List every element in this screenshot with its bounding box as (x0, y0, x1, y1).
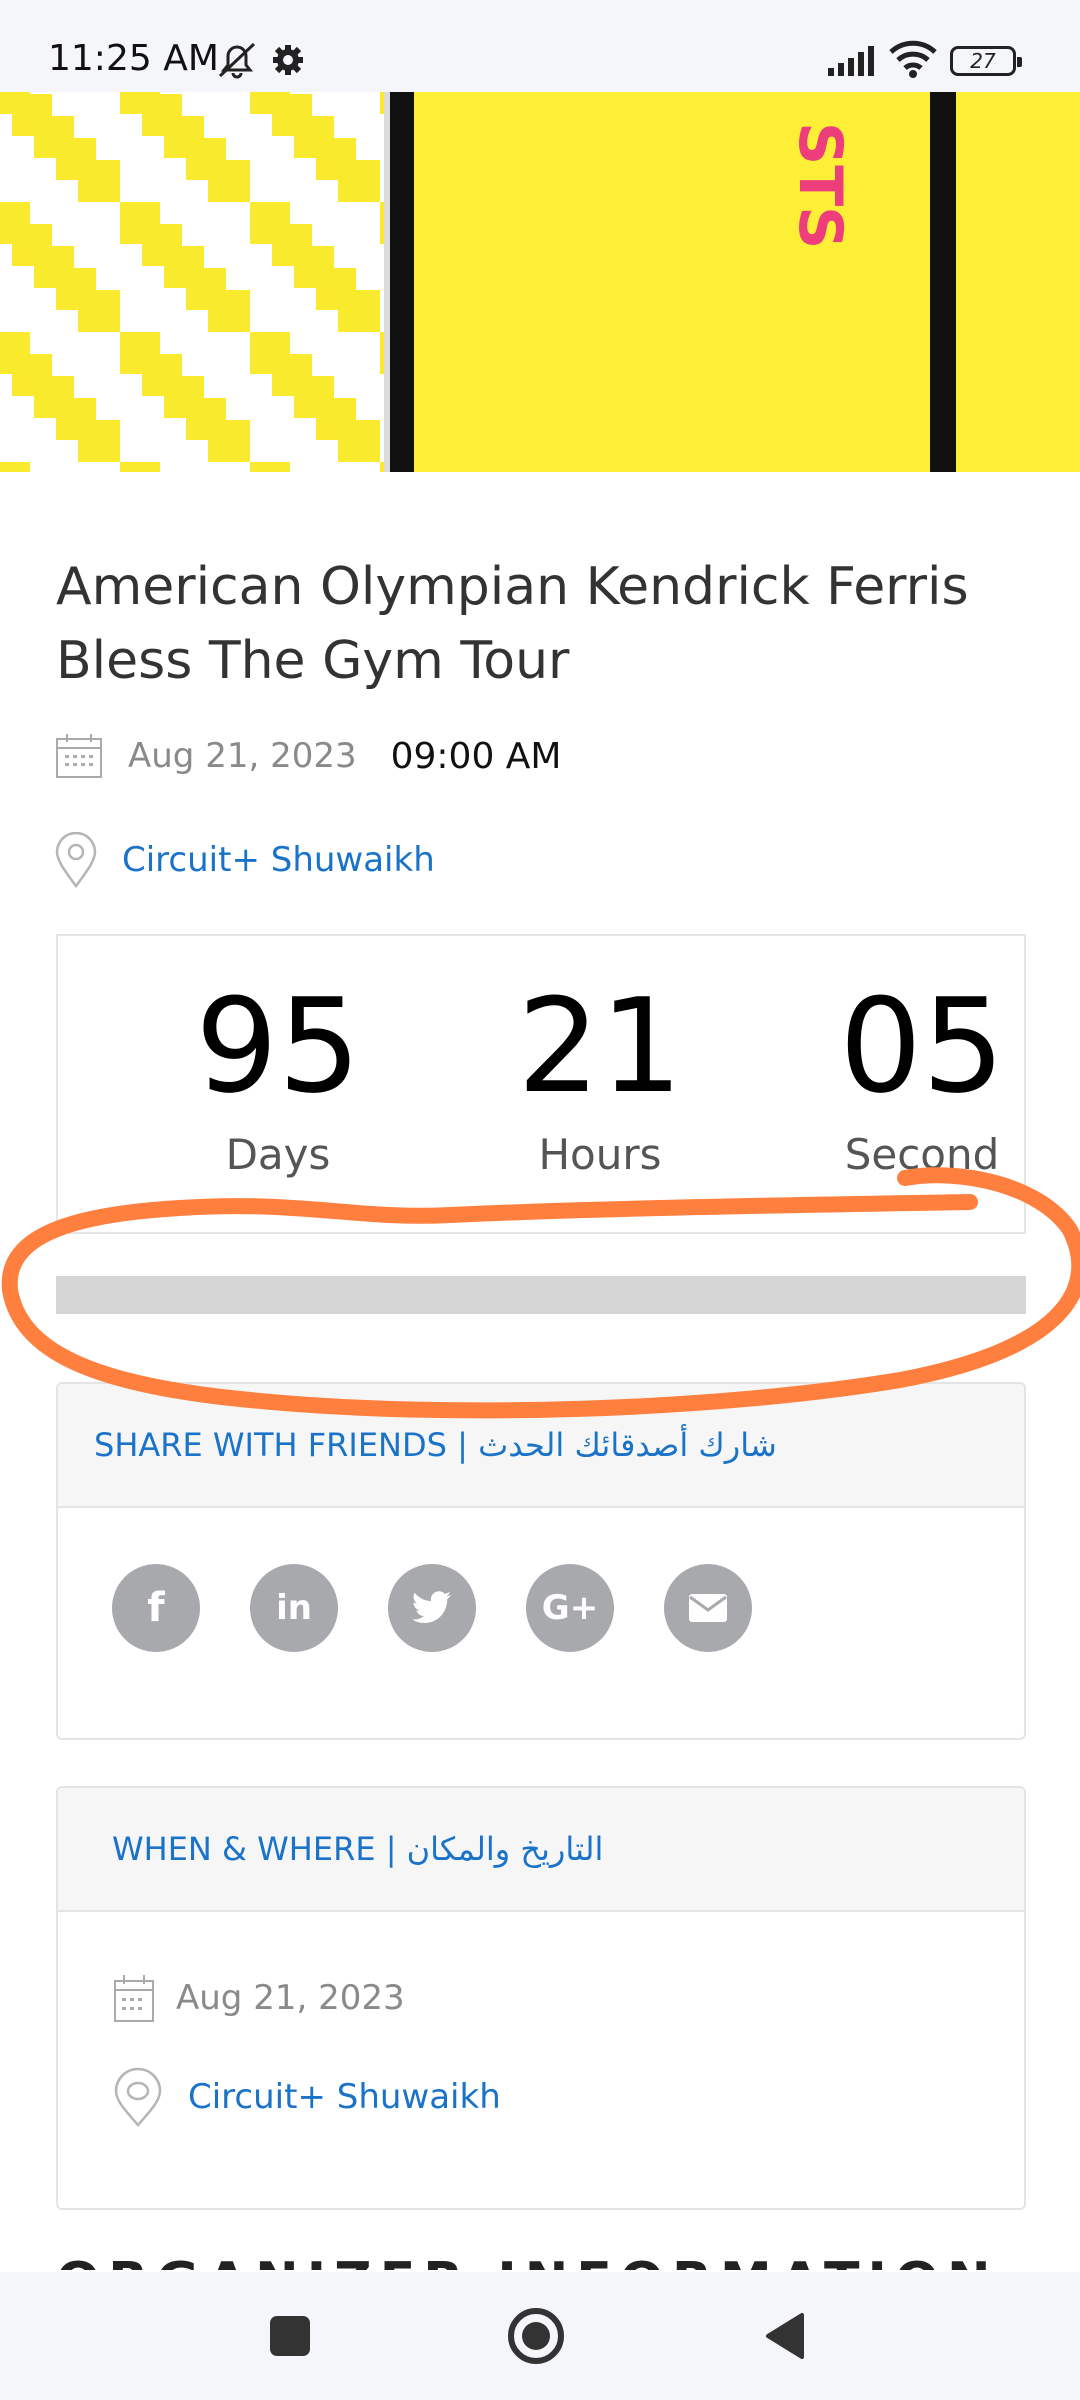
share-card: SHARE WITH FRIENDS | شارك أصدقائك الحدث … (56, 1382, 1026, 1740)
share-card-header: SHARE WITH FRIENDS | شارك أصدقائك الحدث (58, 1384, 1024, 1508)
circle-icon (508, 2308, 564, 2364)
back-button[interactable] (752, 2304, 816, 2368)
status-bar: 11:25 AM 27 (0, 0, 1080, 92)
facebook-share-button[interactable]: f (112, 1564, 200, 1652)
location-pin-icon (55, 832, 97, 888)
placeholder-bar (56, 1276, 1026, 1314)
event-date: Aug 21, 2023 (128, 736, 357, 776)
organizer-section-heading: ORGANIZER INFORMATION | (56, 2246, 1026, 2270)
countdown-hours-value: 21 (517, 970, 683, 1122)
countdown-days-value: 95 (195, 970, 361, 1122)
google-plus-icon: G+ (541, 1588, 599, 1628)
social-share-buttons: f in G+ (112, 1564, 802, 1652)
system-navigation-bar (0, 2272, 1080, 2400)
countdown-seconds-label: Second (844, 1130, 1000, 1179)
gear-icon (273, 45, 303, 75)
when-where-location-row[interactable]: Circuit+ Shuwaikh (112, 2064, 501, 2130)
when-where-date: Aug 21, 2023 (176, 1978, 405, 2018)
when-where-title: WHEN & WHERE | التاريخ والمكان (112, 1830, 604, 1868)
email-icon (689, 1594, 727, 1622)
location-pin-icon (114, 2067, 162, 2127)
countdown-timer: 95 Days 21 Hours 05 Second (56, 934, 1026, 1234)
countdown-hours: 21 Hours (480, 936, 720, 1179)
linkedin-share-button[interactable]: in (250, 1564, 338, 1652)
countdown-seconds: 05 Second (802, 936, 1042, 1179)
event-title: American Olympian Kendrick Ferris Bless … (56, 557, 969, 691)
svg-text:STS: STS (785, 122, 855, 249)
signal-icon (828, 46, 874, 76)
battery-icon: 27 (950, 46, 1022, 76)
when-where-card: WHEN & WHERE | التاريخ والمكان Aug 21, 2… (56, 1786, 1026, 2210)
wifi-icon (889, 40, 937, 78)
when-where-location-link[interactable]: Circuit+ Shuwaikh (188, 2077, 501, 2117)
countdown-days-label: Days (225, 1130, 331, 1179)
status-time: 11:25 AM (48, 38, 219, 79)
facebook-icon: f (147, 1585, 165, 1631)
mute-icon (218, 42, 256, 79)
countdown-hours-label: Hours (538, 1130, 662, 1179)
event-location-row[interactable]: Circuit+ Shuwaikh (54, 830, 435, 890)
back-triangle-icon (766, 2313, 804, 2359)
share-card-title: SHARE WITH FRIENDS | شارك أصدقائك الحدث (94, 1426, 777, 1464)
countdown-seconds-value: 05 (839, 970, 1005, 1122)
twitter-share-button[interactable] (388, 1564, 476, 1652)
event-time: 09:00 AM (390, 735, 562, 777)
when-where-date-row: Aug 21, 2023 (112, 1968, 405, 2028)
google-plus-share-button[interactable]: G+ (526, 1564, 614, 1652)
twitter-icon (412, 1591, 451, 1623)
countdown-days: 95 Days (158, 936, 398, 1179)
calendar-icon (56, 734, 102, 778)
event-location-link[interactable]: Circuit+ Shuwaikh (122, 840, 435, 880)
calendar-icon (114, 1975, 154, 2022)
square-icon (270, 2316, 310, 2356)
event-date-row: Aug 21, 2023 09:00 AM (54, 728, 562, 784)
email-share-button[interactable] (664, 1564, 752, 1652)
event-banner-image: STS (0, 92, 1080, 472)
recents-button[interactable] (258, 2304, 322, 2368)
home-button[interactable] (504, 2304, 568, 2368)
linkedin-icon: in (276, 1588, 312, 1628)
when-where-header: WHEN & WHERE | التاريخ والمكان (58, 1788, 1024, 1912)
